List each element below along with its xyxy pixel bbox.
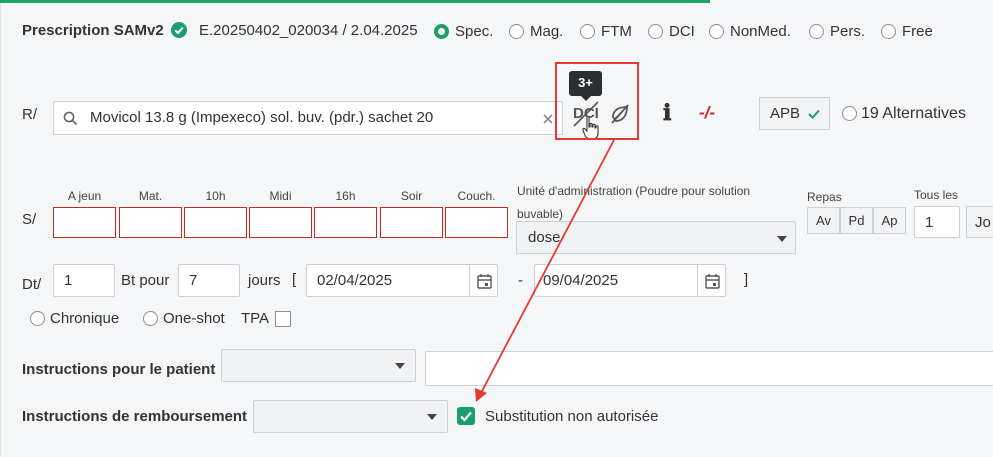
col-header-ajeun: A jeun (67, 189, 102, 203)
date-divider (469, 265, 470, 296)
repas-av-label: Av (816, 213, 831, 228)
start-date-input[interactable]: 02/04/2025 (306, 264, 498, 297)
end-date-input[interactable]: 09/04/2025 (534, 264, 726, 297)
dose-input-mat[interactable] (119, 207, 182, 238)
check-icon (460, 411, 472, 422)
check-icon (808, 109, 820, 119)
interval-input[interactable]: 1 (914, 206, 960, 238)
repas-pd-label: Pd (848, 213, 865, 228)
tpa-label: TPA (241, 310, 270, 327)
col-header-16h: 16h (335, 189, 356, 203)
jours-label: jours (248, 272, 281, 289)
days-input[interactable]: 7 (178, 264, 240, 297)
chevron-down-icon (427, 414, 437, 420)
r-label: R/ (22, 106, 37, 123)
tous-les-label: Tous les (914, 188, 959, 202)
active-tab-indicator (0, 0, 710, 3)
col-header-soir: Soir (400, 189, 423, 203)
panel-title: Prescription SAMv2 (22, 22, 164, 39)
type-label-nonmed: NonMed. (730, 23, 791, 40)
unit-label: Unité d'administration (Poudre pour solu… (517, 184, 751, 221)
type-radio-free[interactable] (881, 24, 896, 39)
box-quantity-value: 1 (64, 272, 73, 289)
substitution-checkbox[interactable] (457, 407, 475, 425)
type-radio-pers[interactable] (809, 24, 824, 39)
col-header-couch: Couch. (457, 189, 496, 203)
dose-input-10h[interactable] (184, 207, 247, 238)
repas-label: Repas (807, 190, 842, 204)
clear-icon[interactable] (542, 113, 554, 125)
annotation-highlight-box (555, 62, 639, 140)
dose-input-16h[interactable] (314, 207, 377, 238)
type-label-mag: Mag. (530, 23, 564, 40)
chronique-radio[interactable] (30, 311, 45, 326)
patient-instructions-input[interactable] (425, 351, 993, 386)
interval-value: 1 (925, 214, 934, 231)
type-label-free: Free (902, 23, 933, 40)
medication-search-input[interactable]: Movicol 13.8 g (Impexeco) sol. buv. (pdr… (53, 101, 563, 135)
period-select[interactable]: Jo (966, 206, 993, 238)
type-label-dci: DCI (669, 23, 695, 40)
period-value: Jo (975, 213, 991, 231)
info-icon[interactable]: ℹ (663, 100, 671, 126)
prescription-code: E.20250402_020034 / 2.04.2025 (199, 22, 418, 39)
search-icon (63, 111, 78, 126)
calendar-icon[interactable] (477, 273, 492, 289)
dt-label: Dt/ (22, 276, 42, 293)
dose-input-midi[interactable] (249, 207, 312, 238)
price-indicator: -/- (699, 103, 716, 122)
end-date-value: 09/04/2025 (543, 272, 619, 289)
apb-label: APB (770, 105, 801, 122)
repas-ap-label: Ap (881, 213, 898, 228)
date-divider (697, 265, 698, 296)
repas-button-av[interactable]: Av (807, 207, 840, 234)
oneshot-radio[interactable] (143, 311, 158, 326)
unit-select[interactable]: dose (516, 221, 796, 254)
dose-input-ajeun[interactable] (53, 207, 116, 238)
chronique-label: Chronique (50, 310, 120, 327)
type-radio-dci[interactable] (648, 24, 663, 39)
calendar-icon[interactable] (705, 273, 720, 289)
reimbursement-instructions-select[interactable] (253, 400, 448, 433)
repas-button-pd[interactable]: Pd (840, 207, 873, 234)
date-range-dash: - (518, 272, 523, 289)
alternatives-radio[interactable] (842, 106, 857, 121)
alternatives-label: 19 Alternatives (861, 105, 966, 122)
repas-button-ap[interactable]: Ap (873, 207, 906, 234)
col-header-10h: 10h (205, 189, 226, 203)
check-circle-icon (171, 22, 187, 38)
oneshot-label: One-shot (163, 310, 225, 327)
substitution-label: Substitution non autorisée (485, 408, 659, 425)
bt-pour-label: Bt pour (121, 272, 170, 289)
type-radio-nonmed[interactable] (709, 24, 724, 39)
start-date-value: 02/04/2025 (317, 272, 393, 289)
type-radio-spec[interactable] (434, 24, 449, 39)
days-value: 7 (189, 272, 198, 289)
patient-instructions-select[interactable] (221, 349, 416, 382)
chevron-down-icon (395, 363, 405, 369)
close-bracket: ] (744, 271, 749, 288)
col-header-midi: Midi (269, 189, 292, 203)
apb-button[interactable]: APB (759, 97, 830, 130)
tpa-checkbox[interactable] (275, 311, 291, 327)
medication-search-value: Movicol 13.8 g (Impexeco) sol. buv. (pdr… (90, 109, 434, 126)
type-radio-ftm[interactable] (580, 24, 595, 39)
open-bracket: [ (292, 271, 297, 288)
reimbursement-instructions-label: Instructions de remboursement (22, 408, 248, 425)
patient-instructions-label: Instructions pour le patient (22, 361, 216, 378)
type-label-pers: Pers. (830, 23, 866, 40)
unit-select-value: dose (528, 229, 561, 246)
type-radio-mag[interactable] (509, 24, 524, 39)
chevron-down-icon (777, 236, 787, 242)
dose-input-soir[interactable] (380, 207, 443, 238)
type-label-spec: Spec. (455, 23, 494, 40)
col-header-mat: Mat. (138, 189, 163, 203)
s-label: S/ (22, 211, 37, 228)
box-quantity-input[interactable]: 1 (53, 264, 115, 297)
dose-input-couch[interactable] (445, 207, 508, 238)
type-label-ftm: FTM (601, 23, 632, 40)
